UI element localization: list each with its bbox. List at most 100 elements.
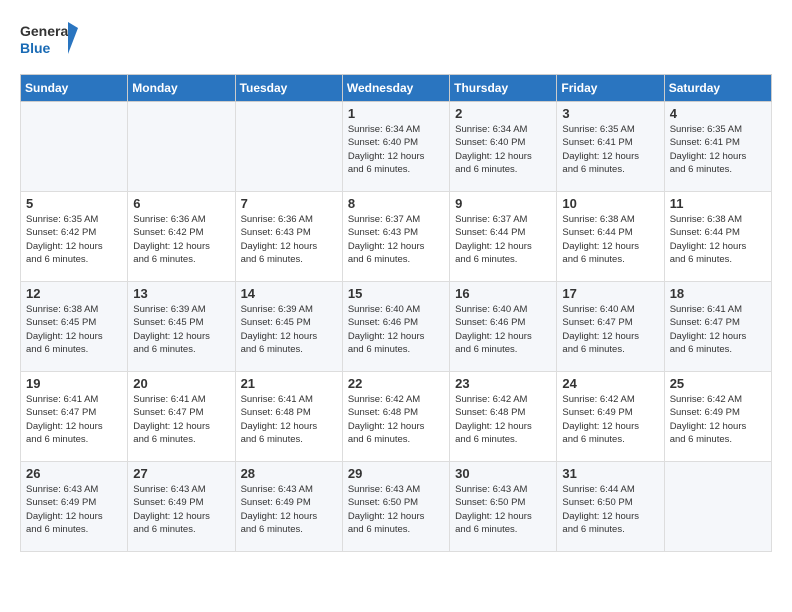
day-info: Sunrise: 6:39 AM Sunset: 6:45 PM Dayligh… xyxy=(241,303,337,356)
day-cell xyxy=(128,102,235,192)
day-info: Sunrise: 6:42 AM Sunset: 6:48 PM Dayligh… xyxy=(348,393,444,446)
day-number: 16 xyxy=(455,286,551,301)
day-info: Sunrise: 6:41 AM Sunset: 6:48 PM Dayligh… xyxy=(241,393,337,446)
week-row-5: 26 Sunrise: 6:43 AM Sunset: 6:49 PM Dayli… xyxy=(21,462,772,552)
svg-text:Blue: Blue xyxy=(20,40,51,56)
day-number: 21 xyxy=(241,376,337,391)
day-info: Sunrise: 6:36 AM Sunset: 6:42 PM Dayligh… xyxy=(133,213,229,266)
week-row-2: 5 Sunrise: 6:35 AM Sunset: 6:42 PM Daylig… xyxy=(21,192,772,282)
col-header-friday: Friday xyxy=(557,75,664,102)
day-number: 7 xyxy=(241,196,337,211)
day-info: Sunrise: 6:43 AM Sunset: 6:49 PM Dayligh… xyxy=(26,483,122,536)
day-number: 26 xyxy=(26,466,122,481)
day-info: Sunrise: 6:43 AM Sunset: 6:49 PM Dayligh… xyxy=(133,483,229,536)
day-number: 5 xyxy=(26,196,122,211)
day-info: Sunrise: 6:36 AM Sunset: 6:43 PM Dayligh… xyxy=(241,213,337,266)
day-info: Sunrise: 6:34 AM Sunset: 6:40 PM Dayligh… xyxy=(455,123,551,176)
day-info: Sunrise: 6:38 AM Sunset: 6:45 PM Dayligh… xyxy=(26,303,122,356)
day-info: Sunrise: 6:35 AM Sunset: 6:41 PM Dayligh… xyxy=(562,123,658,176)
day-cell: 2 Sunrise: 6:34 AM Sunset: 6:40 PM Daylig… xyxy=(450,102,557,192)
day-number: 17 xyxy=(562,286,658,301)
day-number: 8 xyxy=(348,196,444,211)
logo-icon: GeneralBlue xyxy=(20,20,80,58)
day-number: 13 xyxy=(133,286,229,301)
day-cell: 16Sunrise: 6:40 AM Sunset: 6:46 PM Dayli… xyxy=(450,282,557,372)
day-cell: 10 Sunrise: 6:38 AM Sunset: 6:44 PM Dayli… xyxy=(557,192,664,282)
week-row-1: 1 Sunrise: 6:34 AM Sunset: 6:40 PM Daylig… xyxy=(21,102,772,192)
day-info: Sunrise: 6:44 AM Sunset: 6:50 PM Dayligh… xyxy=(562,483,658,536)
day-cell: 14 Sunrise: 6:39 AM Sunset: 6:45 PM Dayli… xyxy=(235,282,342,372)
day-cell: 26 Sunrise: 6:43 AM Sunset: 6:49 PM Dayli… xyxy=(21,462,128,552)
day-number: 31 xyxy=(562,466,658,481)
day-cell: 15 Sunrise: 6:40 AM Sunset: 6:46 PM Dayli… xyxy=(342,282,449,372)
logo: GeneralBlue xyxy=(20,20,80,58)
day-number: 6 xyxy=(133,196,229,211)
day-info: Sunrise: 6:37 AM Sunset: 6:44 PM Dayligh… xyxy=(455,213,551,266)
day-info: Sunrise: 6:34 AM Sunset: 6:40 PM Dayligh… xyxy=(348,123,444,176)
day-cell: 3Sunrise: 6:35 AM Sunset: 6:41 PM Daylig… xyxy=(557,102,664,192)
col-header-thursday: Thursday xyxy=(450,75,557,102)
day-number: 4 xyxy=(670,106,766,121)
day-number: 23 xyxy=(455,376,551,391)
day-info: Sunrise: 6:43 AM Sunset: 6:49 PM Dayligh… xyxy=(241,483,337,536)
day-info: Sunrise: 6:40 AM Sunset: 6:46 PM Dayligh… xyxy=(348,303,444,356)
col-header-monday: Monday xyxy=(128,75,235,102)
day-cell: 27Sunrise: 6:43 AM Sunset: 6:49 PM Dayli… xyxy=(128,462,235,552)
day-info: Sunrise: 6:35 AM Sunset: 6:42 PM Dayligh… xyxy=(26,213,122,266)
col-header-tuesday: Tuesday xyxy=(235,75,342,102)
day-info: Sunrise: 6:41 AM Sunset: 6:47 PM Dayligh… xyxy=(133,393,229,446)
day-cell: 11 Sunrise: 6:38 AM Sunset: 6:44 PM Dayli… xyxy=(664,192,771,282)
day-cell: 31 Sunrise: 6:44 AM Sunset: 6:50 PM Dayli… xyxy=(557,462,664,552)
day-info: Sunrise: 6:41 AM Sunset: 6:47 PM Dayligh… xyxy=(26,393,122,446)
day-cell: 24 Sunrise: 6:42 AM Sunset: 6:49 PM Dayli… xyxy=(557,372,664,462)
day-info: Sunrise: 6:35 AM Sunset: 6:41 PM Dayligh… xyxy=(670,123,766,176)
day-info: Sunrise: 6:38 AM Sunset: 6:44 PM Dayligh… xyxy=(670,213,766,266)
day-cell: 5 Sunrise: 6:35 AM Sunset: 6:42 PM Daylig… xyxy=(21,192,128,282)
day-cell: 1 Sunrise: 6:34 AM Sunset: 6:40 PM Daylig… xyxy=(342,102,449,192)
day-number: 11 xyxy=(670,196,766,211)
day-info: Sunrise: 6:42 AM Sunset: 6:48 PM Dayligh… xyxy=(455,393,551,446)
day-cell: 8Sunrise: 6:37 AM Sunset: 6:43 PM Daylig… xyxy=(342,192,449,282)
day-number: 18 xyxy=(670,286,766,301)
day-cell: 19Sunrise: 6:41 AM Sunset: 6:47 PM Dayli… xyxy=(21,372,128,462)
day-number: 1 xyxy=(348,106,444,121)
col-header-wednesday: Wednesday xyxy=(342,75,449,102)
day-cell: 25 Sunrise: 6:42 AM Sunset: 6:49 PM Dayli… xyxy=(664,372,771,462)
day-cell: 29 Sunrise: 6:43 AM Sunset: 6:50 PM Dayli… xyxy=(342,462,449,552)
col-header-saturday: Saturday xyxy=(664,75,771,102)
day-cell: 20 Sunrise: 6:41 AM Sunset: 6:47 PM Dayli… xyxy=(128,372,235,462)
day-info: Sunrise: 6:43 AM Sunset: 6:50 PM Dayligh… xyxy=(348,483,444,536)
day-cell: 12 Sunrise: 6:38 AM Sunset: 6:45 PM Dayli… xyxy=(21,282,128,372)
svg-text:General: General xyxy=(20,23,72,39)
day-cell: 21 Sunrise: 6:41 AM Sunset: 6:48 PM Dayli… xyxy=(235,372,342,462)
day-cell: 28 Sunrise: 6:43 AM Sunset: 6:49 PM Dayli… xyxy=(235,462,342,552)
week-row-4: 19Sunrise: 6:41 AM Sunset: 6:47 PM Dayli… xyxy=(21,372,772,462)
day-cell: 7 Sunrise: 6:36 AM Sunset: 6:43 PM Daylig… xyxy=(235,192,342,282)
day-info: Sunrise: 6:43 AM Sunset: 6:50 PM Dayligh… xyxy=(455,483,551,536)
day-info: Sunrise: 6:42 AM Sunset: 6:49 PM Dayligh… xyxy=(562,393,658,446)
day-number: 10 xyxy=(562,196,658,211)
day-number: 15 xyxy=(348,286,444,301)
day-cell: 9 Sunrise: 6:37 AM Sunset: 6:44 PM Daylig… xyxy=(450,192,557,282)
day-info: Sunrise: 6:39 AM Sunset: 6:45 PM Dayligh… xyxy=(133,303,229,356)
day-number: 20 xyxy=(133,376,229,391)
page-header: GeneralBlue xyxy=(20,20,772,58)
day-number: 14 xyxy=(241,286,337,301)
day-number: 29 xyxy=(348,466,444,481)
day-number: 24 xyxy=(562,376,658,391)
calendar-header-row: SundayMondayTuesdayWednesdayThursdayFrid… xyxy=(21,75,772,102)
day-cell: 13 Sunrise: 6:39 AM Sunset: 6:45 PM Dayli… xyxy=(128,282,235,372)
day-number: 12 xyxy=(26,286,122,301)
calendar-table: SundayMondayTuesdayWednesdayThursdayFrid… xyxy=(20,74,772,552)
day-cell: 18Sunrise: 6:41 AM Sunset: 6:47 PM Dayli… xyxy=(664,282,771,372)
day-info: Sunrise: 6:38 AM Sunset: 6:44 PM Dayligh… xyxy=(562,213,658,266)
day-number: 25 xyxy=(670,376,766,391)
day-info: Sunrise: 6:42 AM Sunset: 6:49 PM Dayligh… xyxy=(670,393,766,446)
day-number: 22 xyxy=(348,376,444,391)
day-number: 28 xyxy=(241,466,337,481)
day-info: Sunrise: 6:40 AM Sunset: 6:47 PM Dayligh… xyxy=(562,303,658,356)
day-number: 9 xyxy=(455,196,551,211)
day-number: 2 xyxy=(455,106,551,121)
day-cell: 30Sunrise: 6:43 AM Sunset: 6:50 PM Dayli… xyxy=(450,462,557,552)
day-cell xyxy=(235,102,342,192)
